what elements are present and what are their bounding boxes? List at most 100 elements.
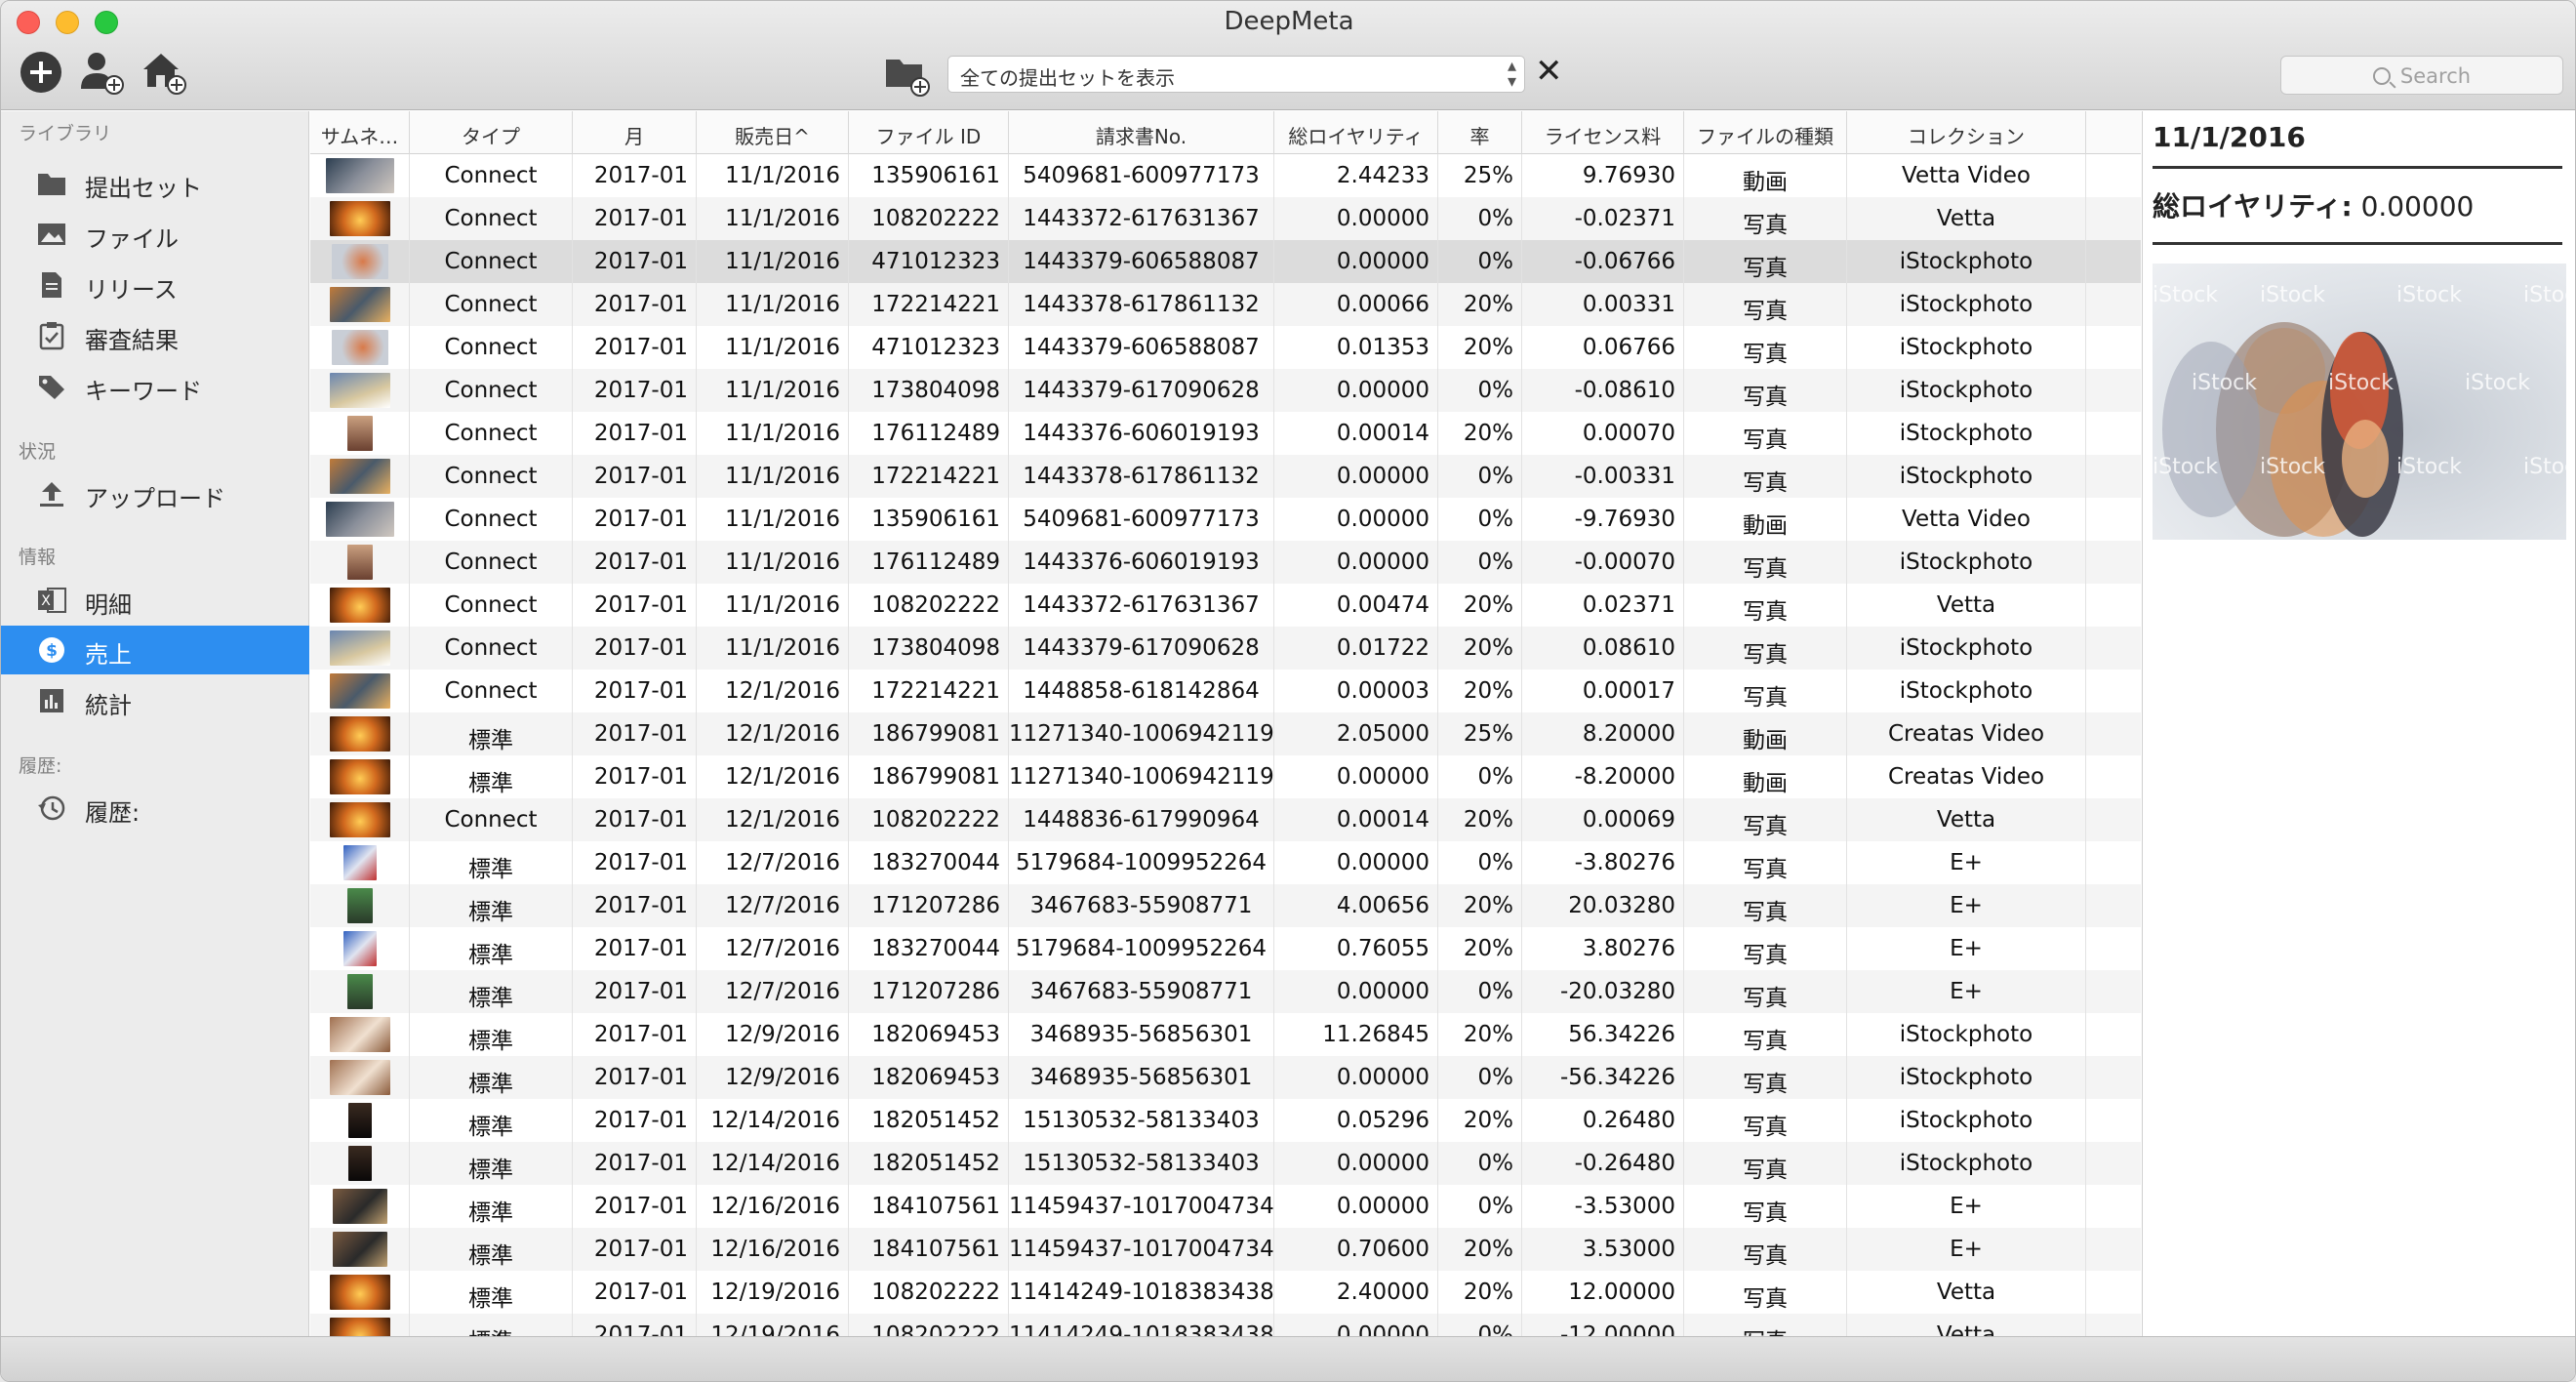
cell-rate: 0% (1438, 541, 1522, 584)
cell-sale-date: 12/7/2016 (697, 927, 849, 970)
cell-royalty: 0.00014 (1274, 412, 1438, 455)
header-col-sale-date[interactable]: 販売日^ (697, 111, 849, 154)
table-row[interactable]: Connect 2017-01 11/1/2016 176112489 1443376-… (310, 541, 2141, 584)
header-col-type[interactable]: タイプ (410, 111, 573, 154)
table-row[interactable]: 標準2017-0112/19/201610820222211414249-101… (310, 1314, 2141, 1336)
add-folder-icon[interactable] (883, 50, 932, 99)
cell-royalty: 2.05000 (1274, 712, 1438, 755)
table-row[interactable]: 標準 2017-01 12/1/2016 186799081 11271340-1006… (310, 755, 2141, 798)
table-row[interactable]: 標準2017-0112/19/201610820222211414249-101… (310, 1271, 2141, 1314)
cell-license-fee: 0.00331 (1522, 283, 1684, 326)
header-col-collection[interactable]: コレクション (1847, 111, 2086, 154)
table-row[interactable]: Connect 2017-01 11/1/2016 173804098 1443379-… (310, 369, 2141, 412)
history-icon (36, 793, 67, 823)
fire-thumb (330, 588, 390, 623)
sidebar-item-statement[interactable]: X 明細 (1, 576, 309, 625)
header-col-file-id[interactable]: ファイル ID (849, 111, 1009, 154)
add-home-icon[interactable] (140, 48, 188, 97)
header-col-rate[interactable]: 率 (1438, 111, 1522, 154)
clear-filter-icon[interactable]: ✕ (1535, 52, 1563, 91)
sidebar-item-releases[interactable]: リリース (1, 261, 309, 309)
table-row[interactable]: Connect 2017-01 11/1/2016 173804098 1443379-… (310, 627, 2141, 670)
cell-thumbnail (310, 1185, 410, 1228)
sidebar-item-label: キーワード (85, 378, 202, 405)
cell-license-fee: 0.08610 (1522, 627, 1684, 670)
market-thumb (330, 673, 390, 709)
table-row[interactable]: 標準 2017-01 12/7/2016 183270044 5179684-10099… (310, 927, 2141, 970)
sidebar-item-files[interactable]: ファイル (1, 210, 309, 259)
table-row[interactable]: Connect 2017-01 11/1/2016 471012323 1443379-… (310, 326, 2141, 369)
cell-file-id: 108202222 (849, 1314, 1009, 1336)
cell-thumbnail (310, 1013, 410, 1056)
cell-license-fee: 56.34226 (1522, 1013, 1684, 1056)
sidebar-item-review-results[interactable]: 審査結果 (1, 311, 309, 360)
cell-sale-date: 12/1/2016 (697, 798, 849, 841)
sidebar-item-history[interactable]: 履歴: (1, 784, 309, 833)
section-header-history: 履歴: (19, 755, 62, 777)
watermark-text: iStock (2328, 371, 2394, 395)
table-row[interactable]: Connect 2017-01 11/1/2016 471012323 1443379-… (310, 240, 2141, 283)
add-user-icon[interactable] (77, 48, 126, 97)
submission-set-select[interactable]: 全ての提出セットを表示 ▴ ▾ (947, 56, 1525, 93)
cell-file-type: 写真 (1684, 1314, 1847, 1336)
cell-royalty: 0.00000 (1274, 1314, 1438, 1336)
table-row[interactable]: 標準 2017-01 12/16/2016 184107561 11459437-101… (310, 1228, 2141, 1271)
header-col-file-type[interactable]: ファイルの種類 (1684, 111, 1847, 154)
sidebar-item-statistics[interactable]: 統計 (1, 676, 309, 725)
clipboard-check-icon (36, 321, 67, 350)
sidebar-item-upload[interactable]: アップロード (1, 469, 309, 518)
table-row[interactable]: 標準 2017-01 12/16/2016 184107561 11459437-101… (310, 1185, 2141, 1228)
table-row[interactable]: 標準 2017-01 12/7/2016 171207286 3467683-55908… (310, 884, 2141, 927)
room-thumb (333, 1189, 387, 1224)
cell-thumbnail (310, 455, 410, 498)
cell-month: 2017-01 (573, 841, 697, 884)
cell-license-fee: 0.00069 (1522, 798, 1684, 841)
cell-rate: 20% (1438, 884, 1522, 927)
add-icon[interactable] (17, 48, 65, 97)
table-row[interactable]: 標準 2017-01 12/7/2016 171207286 3467683-55908… (310, 970, 2141, 1013)
cell-file-id: 108202222 (849, 584, 1009, 627)
fire-thumb (330, 759, 390, 794)
header-col-license-fee[interactable]: ライセンス料 (1522, 111, 1684, 154)
cell-type: Connect (410, 455, 573, 498)
table-row[interactable]: 標準 2017-01 12/14/2016 182051452 15130532-581… (310, 1142, 2141, 1185)
section-header-info: 情報 (19, 547, 57, 568)
table-row[interactable]: 標準 2017-01 12/9/2016 182069453 3468935-56856… (310, 1056, 2141, 1099)
detail-divider (2153, 242, 2562, 245)
room-thumb (333, 1232, 387, 1267)
cell-rate: 20% (1438, 927, 1522, 970)
svg-text:$: $ (46, 641, 58, 661)
table-row[interactable]: Connect 2017-01 11/1/2016 176112489 1443376-… (310, 412, 2141, 455)
cell-collection: Vetta (1847, 197, 2086, 240)
table-row[interactable]: Connect 2017-01 11/1/2016 108202222 1443372-… (310, 584, 2141, 627)
sidebar-item-keywords[interactable]: キーワード (1, 362, 309, 411)
header-col-thumbnail[interactable]: サムネ… (310, 111, 410, 154)
sidebar-item-sales[interactable]: $ 売上 (1, 626, 309, 674)
cell-rate: 0% (1438, 240, 1522, 283)
cell-thumbnail (310, 841, 410, 884)
cell-license-fee: -56.34226 (1522, 1056, 1684, 1099)
sidebar-item-submission-sets[interactable]: 提出セット (1, 159, 309, 208)
table-row[interactable]: Connect 2017-01 12/1/2016 172214221 1448858-… (310, 670, 2141, 712)
table-row[interactable]: Connect 2017-01 11/1/2016 108202222 1443372-… (310, 197, 2141, 240)
header-col-royalty[interactable]: 総ロイヤリティ (1274, 111, 1438, 154)
table-row[interactable]: 標準 2017-01 12/14/2016 182051452 15130532-581… (310, 1099, 2141, 1142)
table-row[interactable]: Connect 2017-01 11/1/2016 135906161 5409681-… (310, 154, 2141, 197)
cell-royalty: 2.44233 (1274, 154, 1438, 197)
cell-month: 2017-01 (573, 1013, 697, 1056)
table-row[interactable]: 標準 2017-01 12/9/2016 182069453 3468935-56856… (310, 1013, 2141, 1056)
header-col-invoice[interactable]: 請求書No. (1009, 111, 1274, 154)
table-row[interactable]: Connect 2017-01 11/1/2016 135906161 5409681-… (310, 498, 2141, 541)
search-field[interactable]: Search (2280, 56, 2563, 95)
header-col-month[interactable]: 月 (573, 111, 697, 154)
table-row[interactable]: Connect 2017-01 12/1/2016 108202222 1448836-… (310, 798, 2141, 841)
cell-month: 2017-01 (573, 455, 697, 498)
table-row[interactable]: Connect 2017-01 11/1/2016 172214221 1443378-… (310, 283, 2141, 326)
tree-thumb (347, 888, 373, 923)
cell-file-type: 写真 (1684, 841, 1847, 884)
table-row[interactable]: 標準 2017-01 12/7/2016 183270044 5179684-10099… (310, 841, 2141, 884)
cell-sale-date: 11/1/2016 (697, 283, 849, 326)
table-row[interactable]: 標準 2017-01 12/1/2016 186799081 11271340-1006… (310, 712, 2141, 755)
table-row[interactable]: Connect 2017-01 11/1/2016 172214221 1443378-… (310, 455, 2141, 498)
cell-file-id: 184107561 (849, 1228, 1009, 1271)
